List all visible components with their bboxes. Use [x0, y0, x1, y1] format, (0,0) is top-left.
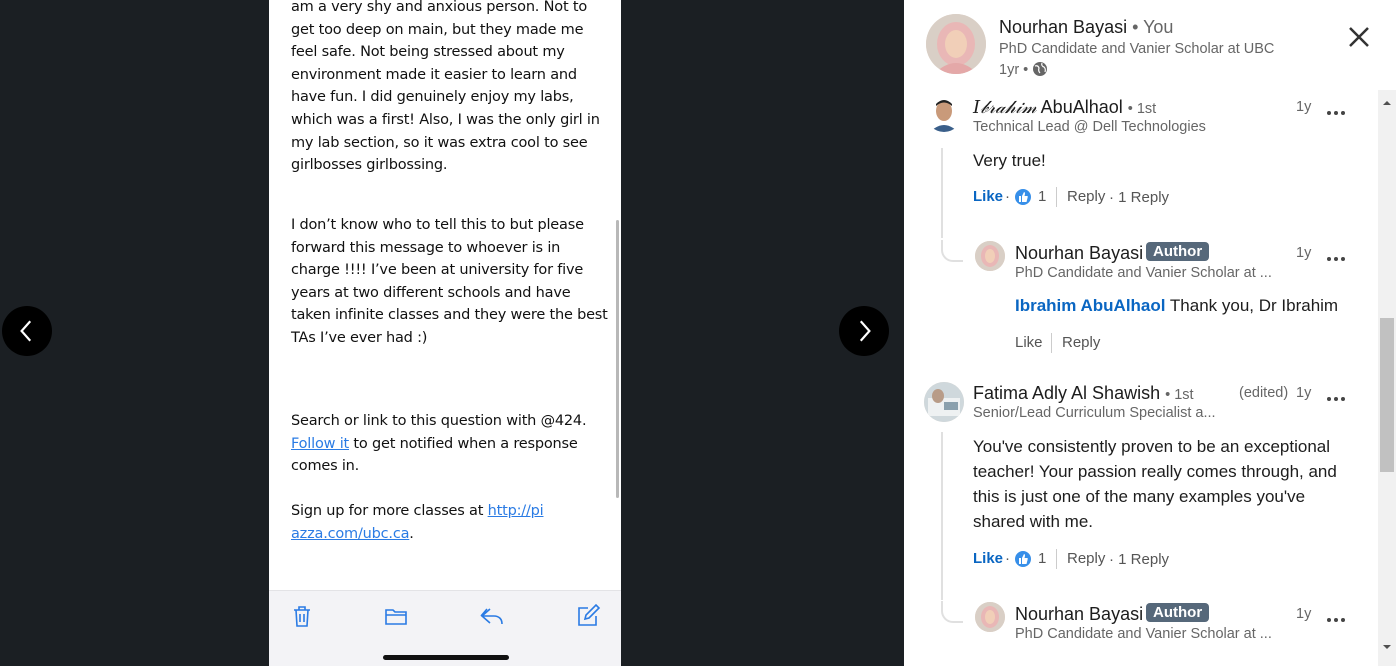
- commenter-name[interactable]: 𝐼𝒷𝓇𝒶𝒽𝒾𝓂 AbuAlhaol • 1st: [973, 97, 1156, 118]
- reply-button[interactable]: Reply: [1067, 188, 1105, 205]
- more-options-button[interactable]: [1326, 611, 1346, 622]
- trash-icon: [289, 603, 315, 629]
- scroll-up-icon[interactable]: [1382, 98, 1392, 108]
- commenter-headline: Senior/Lead Curriculum Specialist a...: [973, 405, 1216, 421]
- like-button[interactable]: Like: [973, 550, 1003, 567]
- comment-time: 1y: [1296, 385, 1312, 401]
- reply-text: Ibrahim AbuAlhaol Thank you, Dr Ibrahim: [1015, 296, 1339, 315]
- reply-button[interactable]: Reply: [1067, 550, 1105, 567]
- thread-curve: [941, 240, 963, 262]
- more-icon: [1327, 618, 1345, 622]
- post-author-headline: PhD Candidate and Vanier Scholar at UBC: [999, 41, 1275, 57]
- post-time: 1yr •: [999, 61, 1048, 78]
- like-button[interactable]: Like: [973, 188, 1003, 205]
- reply-button[interactable]: Reply: [1062, 334, 1100, 351]
- comment-text-line: teacher! Your passion really comes throu…: [973, 462, 1337, 481]
- avatar[interactable]: [926, 14, 986, 74]
- reaction-count[interactable]: 1: [1038, 188, 1046, 205]
- more-icon: [1327, 257, 1345, 261]
- reply-author-name[interactable]: Nourhan Bayasi: [1015, 243, 1143, 264]
- edited-label: (edited): [1239, 385, 1289, 401]
- search-line: Search or link to this question with @42…: [291, 413, 587, 475]
- chevron-right-icon: [859, 320, 871, 342]
- previous-image-button[interactable]: [2, 306, 52, 356]
- like-reaction-icon: [1014, 188, 1032, 206]
- reply-author-headline: PhD Candidate and Vanier Scholar at ...: [1015, 265, 1272, 281]
- thread-line: [941, 148, 943, 238]
- comment-text-line: shared with me.: [973, 512, 1093, 531]
- more-icon: [1327, 111, 1345, 115]
- phone-scrollbar: [616, 220, 619, 498]
- commenter-name[interactable]: Fatima Adly Al Shawish • 1st: [973, 383, 1194, 404]
- divider: [1056, 187, 1057, 207]
- like-button[interactable]: Like: [1015, 334, 1043, 351]
- mention-link[interactable]: Ibrahim AbuAlhaol: [1015, 296, 1166, 315]
- reply-icon: [479, 603, 505, 629]
- avatar[interactable]: [924, 382, 964, 422]
- thread-line: [941, 432, 943, 600]
- more-options-button[interactable]: [1326, 104, 1346, 115]
- more-options-button[interactable]: [1326, 390, 1346, 401]
- globe-icon: [1033, 62, 1048, 76]
- message-paragraph-1: am a very shy and anxious person. Not to…: [291, 0, 600, 174]
- close-button[interactable]: [1344, 22, 1374, 52]
- folder-icon: [383, 603, 409, 629]
- close-icon: [1349, 27, 1369, 47]
- divider: [1056, 549, 1057, 569]
- post-author-line: Nourhan Bayasi • You: [999, 17, 1173, 38]
- next-image-button[interactable]: [839, 306, 889, 356]
- panel-scrollbar-thumb[interactable]: [1380, 318, 1394, 472]
- reply-time: 1y: [1296, 245, 1312, 261]
- mail-toolbar: [269, 590, 621, 666]
- reply-author-name[interactable]: Nourhan Bayasi: [1015, 604, 1143, 625]
- author-badge: Author: [1146, 242, 1210, 261]
- image-viewer: am a very shy and anxious person. Not to…: [0, 0, 904, 666]
- reply-time: 1y: [1296, 606, 1312, 622]
- you-label: • You: [1132, 17, 1174, 37]
- email-screenshot: am a very shy and anxious person. Not to…: [269, 0, 621, 666]
- avatar[interactable]: [975, 602, 1005, 632]
- reaction-count[interactable]: 1: [1038, 550, 1046, 567]
- more-icon: [1327, 397, 1345, 401]
- signup-line: Sign up for more classes at http://piazz…: [291, 503, 544, 542]
- post-author-name[interactable]: Nourhan Bayasi: [999, 17, 1127, 37]
- replies-count[interactable]: · 1 Reply: [1109, 189, 1169, 206]
- avatar[interactable]: [975, 241, 1005, 271]
- comment-text: Very true!: [973, 151, 1046, 170]
- commenter-headline: Technical Lead @ Dell Technologies: [973, 119, 1206, 135]
- follow-link[interactable]: Follow it: [291, 436, 349, 452]
- avatar[interactable]: [926, 96, 962, 132]
- replies-count[interactable]: · 1 Reply: [1109, 551, 1169, 568]
- comment-text-line: You've consistently proven to be an exce…: [973, 437, 1331, 456]
- divider: [1051, 333, 1052, 353]
- home-indicator: [383, 655, 509, 660]
- comment-time: 1y: [1296, 99, 1312, 115]
- chevron-left-icon: [20, 320, 32, 342]
- separator-dot: ·: [1005, 550, 1010, 567]
- like-reaction-icon: [1014, 550, 1032, 568]
- thread-curve: [941, 601, 963, 623]
- more-options-button[interactable]: [1326, 250, 1346, 261]
- scroll-down-icon[interactable]: [1382, 642, 1392, 652]
- author-badge: Author: [1146, 603, 1210, 622]
- separator-dot: ·: [1005, 188, 1010, 205]
- post-detail-panel: Nourhan Bayasi • You PhD Candidate and V…: [904, 0, 1400, 666]
- post-header: Nourhan Bayasi • You PhD Candidate and V…: [904, 0, 1400, 90]
- compose-icon: [575, 603, 601, 629]
- comment-text-line: this is just one of the many examples yo…: [973, 487, 1306, 506]
- message-paragraph-2: I don’t know who to tell this to but ple…: [291, 217, 608, 346]
- reply-author-headline: PhD Candidate and Vanier Scholar at ...: [1015, 626, 1272, 642]
